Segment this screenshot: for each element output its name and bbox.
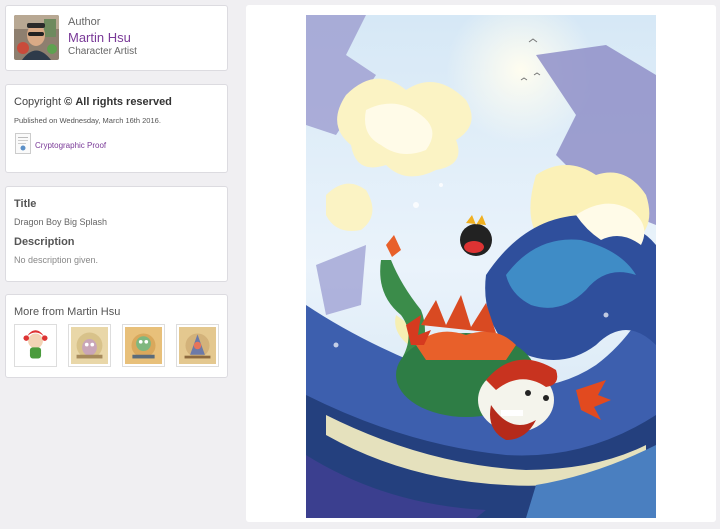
more-from-heading: More from Martin Hsu: [14, 306, 121, 318]
author-name-link[interactable]: Martin Hsu: [68, 30, 131, 45]
description-heading: Description: [14, 236, 75, 248]
artwork-panel: [246, 5, 716, 522]
thumbnail-2-image: [71, 327, 108, 364]
more-thumbnail-1[interactable]: [14, 324, 57, 367]
thumbnail-4-image: [179, 327, 216, 364]
cryptographic-proof-link[interactable]: Cryptographic Proof: [35, 141, 106, 150]
title-value: Dragon Boy Big Splash: [14, 217, 108, 227]
more-from-card: More from Martin Hsu: [5, 294, 228, 378]
more-thumbnail-3[interactable]: [122, 324, 165, 367]
published-date: Published on Wednesday, March 16th 2016.: [14, 116, 161, 125]
certificate-icon[interactable]: [15, 133, 31, 154]
details-card: Title Dragon Boy Big Splash Description …: [5, 186, 228, 282]
copyright-notice: Copyright © All rights reserved: [14, 96, 172, 108]
copyright-symbol: ©: [64, 96, 73, 108]
more-thumbnail-4[interactable]: [176, 324, 219, 367]
title-heading: Title: [14, 198, 37, 210]
author-caption: Author: [68, 16, 101, 28]
author-card: Author Martin Hsu Character Artist: [5, 5, 228, 71]
avatar[interactable]: [14, 15, 59, 60]
thumbnail-3-image: [125, 327, 162, 364]
description-value: No description given.: [14, 255, 99, 265]
more-thumbnail-2[interactable]: [68, 324, 111, 367]
copyright-card: Copyright © All rights reserved Publishe…: [5, 84, 228, 173]
copyright-rights: All rights reserved: [75, 96, 172, 108]
copyright-label: Copyright: [14, 96, 62, 108]
thumbnail-1-image: [17, 327, 54, 364]
artwork-image[interactable]: [306, 15, 656, 518]
author-role: Character Artist: [68, 46, 137, 57]
